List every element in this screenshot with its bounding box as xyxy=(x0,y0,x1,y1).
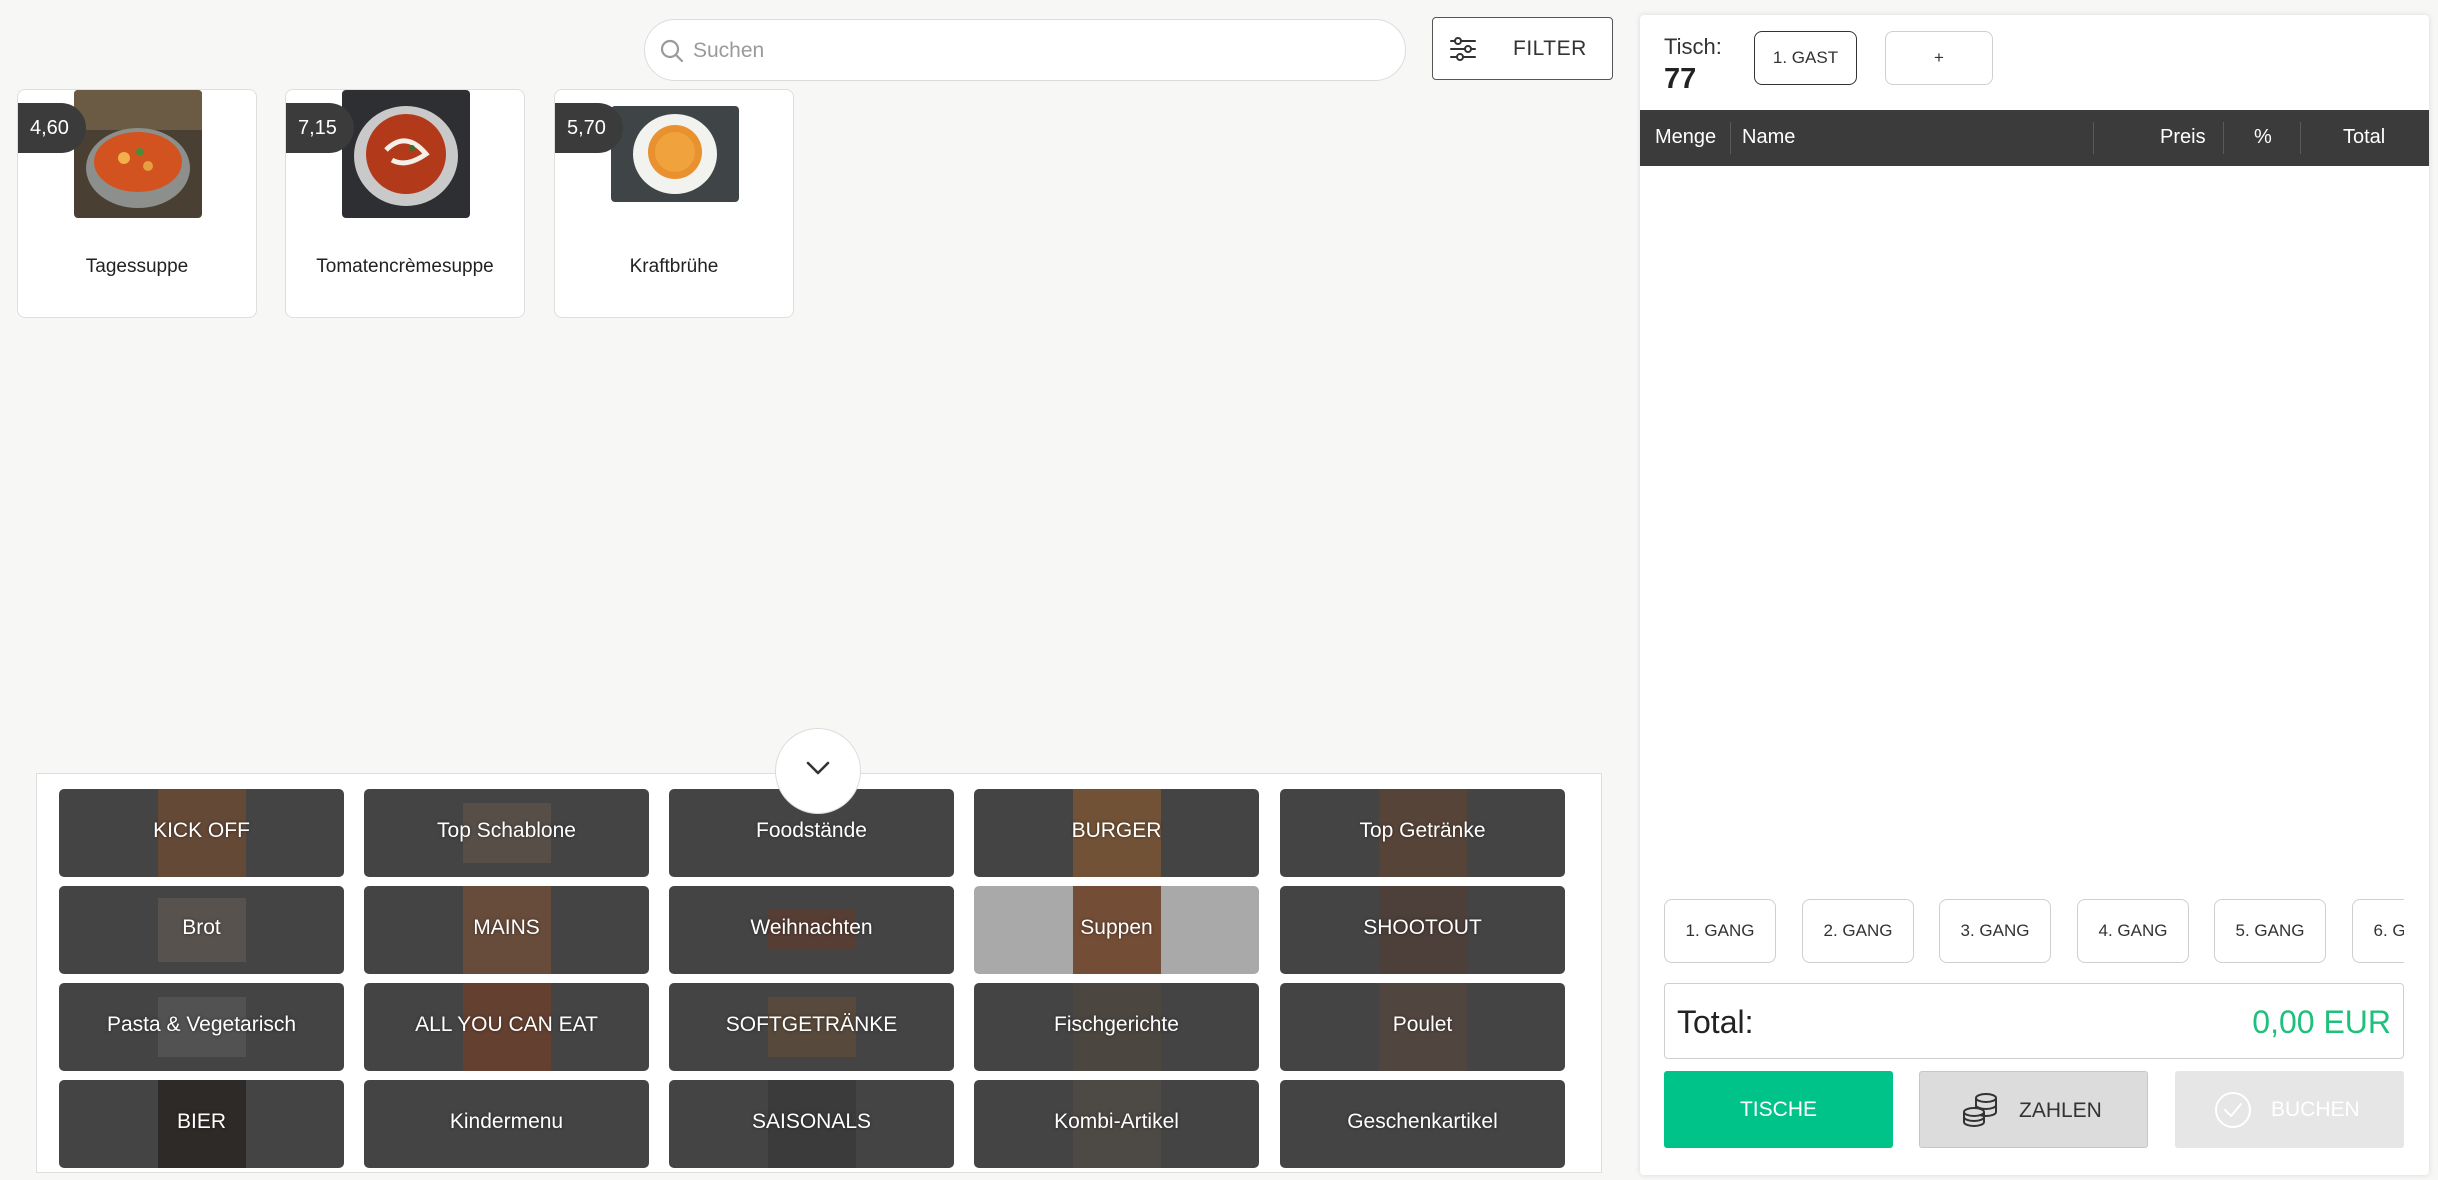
sliders-icon xyxy=(1450,37,1476,61)
book-button[interactable]: BUCHEN xyxy=(2175,1071,2404,1148)
guest-1-button[interactable]: 1. GAST xyxy=(1754,31,1857,85)
category-label: Kombi-Artikel xyxy=(1054,1110,1179,1133)
tables-button[interactable]: TISCHE xyxy=(1664,1071,1893,1148)
category-bier[interactable]: BIER xyxy=(59,1080,344,1168)
category-kindermenu[interactable]: Kindermenu xyxy=(364,1080,649,1168)
category-label: KICK OFF xyxy=(153,819,250,842)
column-percent: % xyxy=(2254,126,2272,148)
category-shootout[interactable]: SHOOTOUT xyxy=(1280,886,1565,974)
course-1-button[interactable]: 1. GANG xyxy=(1664,899,1776,963)
course-2-button[interactable]: 2. GANG xyxy=(1802,899,1914,963)
table-number: 77 xyxy=(1664,63,1697,95)
book-label: BUCHEN xyxy=(2271,1098,2360,1121)
category-kombi-artikel[interactable]: Kombi-Artikel xyxy=(974,1080,1259,1168)
category-label: SOFTGETRÄNKE xyxy=(725,1013,898,1036)
category-softgetraenke[interactable]: SOFTGETRÄNKE xyxy=(669,983,954,1071)
add-guest-button[interactable]: + xyxy=(1885,31,1993,85)
table-label: Tisch: xyxy=(1664,34,1722,59)
category-label: Top Schablone xyxy=(437,819,576,842)
total-value: 0,00 EUR xyxy=(2252,1004,2391,1040)
collapse-categories-button[interactable] xyxy=(775,728,861,814)
product-card-kraftbruehe[interactable]: 5,70 Kraftbrühe xyxy=(554,89,794,318)
check-circle-icon xyxy=(2215,1092,2251,1128)
course-selector: 1. GANG 2. GANG 3. GANG 4. GANG 5. GANG … xyxy=(1664,899,2404,965)
category-pasta-vegetarisch[interactable]: Pasta & Vegetarisch xyxy=(59,983,344,1071)
coins-icon xyxy=(1963,1093,1997,1127)
column-total: Total xyxy=(2343,126,2386,148)
category-panel: KICK OFF Top Schablone Foodstände BURGER… xyxy=(36,773,1602,1173)
category-kick-off[interactable]: KICK OFF xyxy=(59,789,344,877)
category-label: Foodstände xyxy=(756,819,867,842)
price-badge: 7,15 xyxy=(286,103,354,153)
chevron-down-icon xyxy=(806,761,830,775)
category-saisonals[interactable]: SAISONALS xyxy=(669,1080,954,1168)
course-3-button[interactable]: 3. GANG xyxy=(1939,899,2051,963)
category-label: Top Getränke xyxy=(1359,819,1486,842)
category-burger[interactable]: BURGER xyxy=(974,789,1259,877)
soup-image xyxy=(74,90,202,218)
product-card-tomatencremesuppe[interactable]: 7,15 Tomatencrèmesuppe xyxy=(285,89,525,318)
category-label: Suppen xyxy=(1080,916,1153,939)
category-suppen[interactable]: Suppen xyxy=(974,886,1259,974)
product-name: Tomatencrèmesuppe xyxy=(316,256,494,277)
order-panel: Tisch: 77 1. GAST + Menge Name Preis % T… xyxy=(1640,15,2429,1175)
category-top-schablone[interactable]: Top Schablone xyxy=(364,789,649,877)
order-table-header: Menge Name Preis % Total xyxy=(1640,110,2429,166)
soup-image xyxy=(342,90,470,218)
search-icon xyxy=(660,39,684,63)
category-label: BIER xyxy=(176,1110,226,1133)
soup-image xyxy=(611,106,739,202)
category-label: Poulet xyxy=(1392,1013,1453,1036)
category-geschenkartikel[interactable]: Geschenkartikel xyxy=(1280,1080,1565,1168)
product-card-tagessuppe[interactable]: 4,60 Tagessuppe xyxy=(17,89,257,318)
category-all-you-can-eat[interactable]: ALL YOU CAN EAT xyxy=(364,983,649,1071)
column-name: Name xyxy=(1742,126,1796,148)
pay-button[interactable]: ZAHLEN xyxy=(1919,1071,2148,1148)
search-bar[interactable] xyxy=(644,19,1406,82)
category-label: Brot xyxy=(182,916,221,939)
course-5-button[interactable]: 5. GANG xyxy=(2214,899,2326,963)
category-brot[interactable]: Brot xyxy=(59,886,344,974)
category-label: BURGER xyxy=(1071,819,1162,842)
category-label: SHOOTOUT xyxy=(1363,916,1482,939)
tables-label: TISCHE xyxy=(1739,1098,1817,1121)
column-price: Preis xyxy=(2160,126,2206,148)
category-mains[interactable]: MAINS xyxy=(364,886,649,974)
category-label: Geschenkartikel xyxy=(1347,1110,1498,1133)
category-label: Fischgerichte xyxy=(1054,1013,1179,1036)
category-label: Pasta & Vegetarisch xyxy=(106,1013,297,1036)
search-input[interactable] xyxy=(691,20,1385,82)
order-total: Total: 0,00 EUR xyxy=(1664,983,2404,1059)
category-label: SAISONALS xyxy=(751,1110,872,1133)
course-6-button[interactable]: 6. GANG xyxy=(2352,899,2404,963)
category-label: Weihnachten xyxy=(750,916,873,939)
category-fischgerichte[interactable]: Fischgerichte xyxy=(974,983,1259,1071)
category-label: MAINS xyxy=(473,916,540,939)
total-label: Total: xyxy=(1677,1004,1754,1040)
price-badge: 4,60 xyxy=(18,103,86,153)
product-name: Tagessuppe xyxy=(85,256,189,277)
category-weihnachten[interactable]: Weihnachten xyxy=(669,886,954,974)
price-badge: 5,70 xyxy=(555,103,623,153)
filter-button[interactable]: FILTER xyxy=(1432,17,1613,80)
column-qty: Menge xyxy=(1655,126,1717,148)
product-name: Kraftbrühe xyxy=(629,256,719,277)
course-4-button[interactable]: 4. GANG xyxy=(2077,899,2189,963)
category-label: ALL YOU CAN EAT xyxy=(415,1013,598,1036)
pay-label: ZAHLEN xyxy=(2019,1099,2102,1122)
category-label: Kindermenu xyxy=(449,1110,564,1133)
filter-label: FILTER xyxy=(1513,37,1587,60)
category-top-getraenke[interactable]: Top Getränke xyxy=(1280,789,1565,877)
category-poulet[interactable]: Poulet xyxy=(1280,983,1565,1071)
